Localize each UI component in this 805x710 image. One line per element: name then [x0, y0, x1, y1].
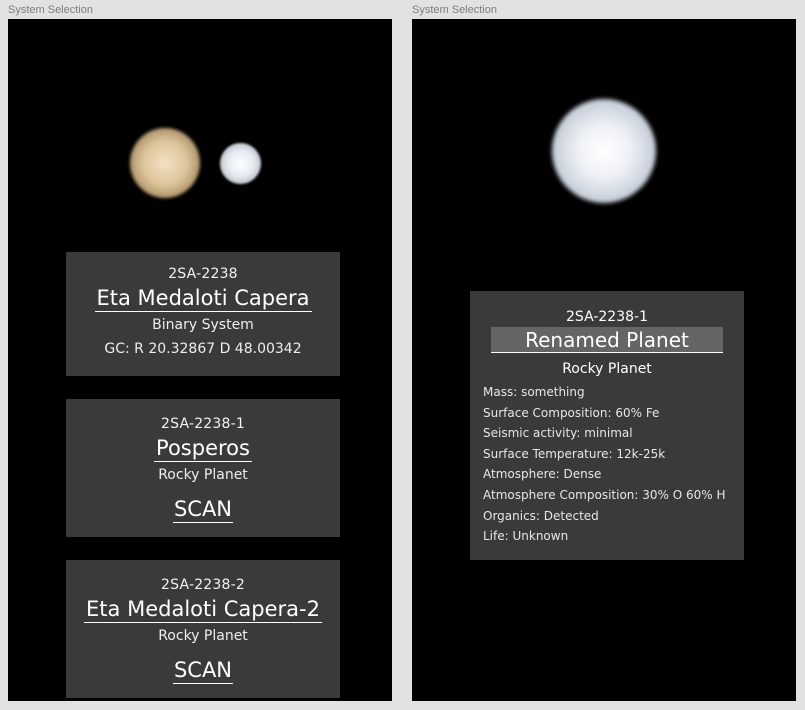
- system-code: 2SA-2238: [168, 266, 238, 282]
- property-mass: Mass: something: [483, 385, 585, 399]
- planet-name: Posperos: [154, 436, 252, 462]
- property-seismic-activity: Seismic activity: minimal: [483, 426, 633, 441]
- system-name: Eta Medaloti Capera: [94, 286, 312, 312]
- property-life: Life: Unknown: [483, 529, 569, 544]
- planet-properties-list: Mass: something Surface Composition: 60%…: [483, 382, 726, 547]
- planet-icon: [552, 99, 656, 203]
- scan-button[interactable]: SCAN: [172, 497, 234, 523]
- system-selection-screen: 2SA-2238 Eta Medaloti Capera Binary Syst…: [8, 19, 392, 701]
- secondary-star-icon: [220, 143, 261, 184]
- planet-name: Eta Medaloti Capera-2: [84, 597, 322, 623]
- property-organics: Organics: Detected: [483, 508, 599, 523]
- planet-type: Rocky Planet: [562, 361, 652, 377]
- scan-button[interactable]: SCAN: [172, 658, 234, 684]
- system-coordinates: GC: R 20.32867 D 48.00342: [104, 341, 302, 357]
- planet-detail-screen: 2SA-2238-1 Rocky Planet Mass: something …: [412, 19, 796, 701]
- planet-type: Rocky Planet: [158, 628, 248, 644]
- planet-detail-card: 2SA-2238-1 Rocky Planet Mass: something …: [470, 291, 744, 560]
- property-atmosphere: Atmosphere: Dense: [483, 467, 602, 482]
- primary-star-icon: [130, 128, 200, 198]
- frame-label-right: System Selection: [412, 4, 497, 16]
- planet-code: 2SA-2238-1: [566, 309, 648, 325]
- planet-code: 2SA-2238-1: [161, 416, 245, 432]
- planet-code: 2SA-2238-2: [161, 577, 245, 593]
- property-surface-temperature: Surface Temperature: 12k-25k: [483, 446, 666, 461]
- planet-card: 2SA-2238-1 Posperos Rocky Planet SCAN: [66, 399, 340, 537]
- property-surface-composition: Surface Composition: 60% Fe: [483, 405, 660, 420]
- system-type: Binary System: [152, 317, 254, 333]
- property-atmosphere-composition: Atmosphere Composition: 30% O 60% H: [483, 487, 726, 502]
- system-info-card: 2SA-2238 Eta Medaloti Capera Binary Syst…: [66, 252, 340, 376]
- planet-type: Rocky Planet: [158, 467, 248, 483]
- planet-name-input[interactable]: [491, 327, 723, 353]
- frame-label-left: System Selection: [8, 4, 93, 16]
- planet-card: 2SA-2238-2 Eta Medaloti Capera-2 Rocky P…: [66, 560, 340, 698]
